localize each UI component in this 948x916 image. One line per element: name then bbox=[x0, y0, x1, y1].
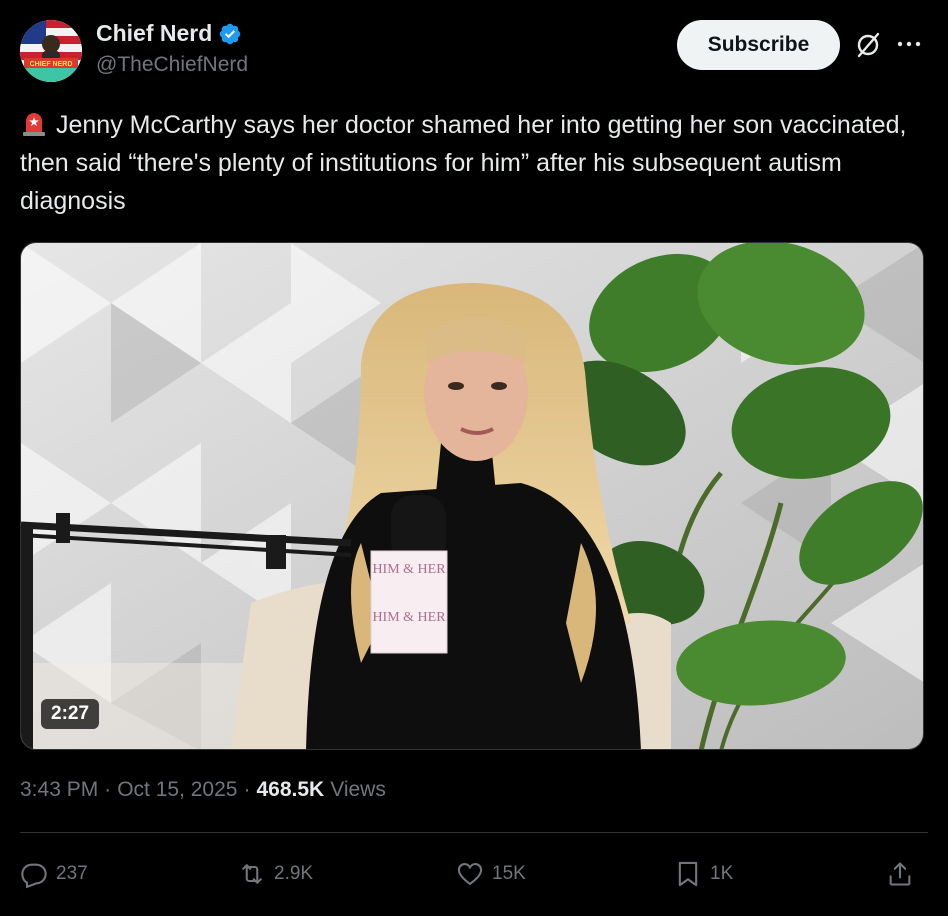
avatar-image: CHIEF NERD bbox=[20, 20, 82, 82]
repost-button[interactable]: 2.9K bbox=[238, 852, 313, 896]
grok-icon[interactable] bbox=[853, 30, 883, 60]
bookmark-icon bbox=[678, 861, 698, 887]
subscribe-button[interactable]: Subscribe bbox=[677, 20, 840, 70]
reply-count: 237 bbox=[56, 863, 88, 884]
tweet-meta: 3:43 PM · Oct 15, 2025 · 468.5K Views bbox=[20, 778, 386, 802]
reply-icon bbox=[21, 863, 47, 888]
author-avatar[interactable]: CHIEF NERD bbox=[20, 20, 82, 82]
siren-emoji-icon bbox=[23, 113, 45, 136]
tweet-date[interactable]: Oct 15, 2025 bbox=[117, 778, 237, 802]
meta-separator: · bbox=[243, 778, 251, 801]
tweet-body: Jenny McCarthy says her doctor shamed he… bbox=[20, 111, 907, 215]
more-icon[interactable] bbox=[895, 34, 923, 54]
video-duration-badge: 2:27 bbox=[41, 699, 100, 729]
video-player[interactable]: HIM & HER HIM & HER 2:27 bbox=[20, 242, 924, 750]
share-button[interactable] bbox=[886, 852, 914, 896]
author-handle[interactable]: @TheChiefNerd bbox=[96, 53, 248, 77]
reply-button[interactable]: 237 bbox=[20, 852, 88, 896]
views-count[interactable]: 468.5K bbox=[256, 778, 324, 802]
bookmark-button[interactable]: 1K bbox=[674, 852, 733, 896]
meta-separator: · bbox=[104, 778, 112, 801]
tweet-time[interactable]: 3:43 PM bbox=[20, 778, 98, 802]
mic-cube-label-bottom: HIM & HER bbox=[372, 610, 446, 625]
like-count: 15K bbox=[492, 863, 526, 884]
share-icon bbox=[889, 862, 911, 886]
mic-cube-label-top: HIM & HER bbox=[372, 562, 446, 577]
divider bbox=[20, 832, 928, 833]
avatar-badge-text: CHIEF NERD bbox=[30, 61, 73, 68]
views-label: Views bbox=[330, 778, 386, 801]
video-thumbnail: HIM & HER HIM & HER bbox=[21, 243, 923, 749]
bookmark-count: 1K bbox=[710, 863, 734, 884]
like-button[interactable]: 15K bbox=[456, 852, 526, 896]
verified-badge-icon bbox=[220, 23, 241, 44]
tweet-text: Jenny McCarthy says her doctor shamed he… bbox=[20, 106, 920, 220]
tweet-actions: 237 2.9K 15K 1K bbox=[20, 852, 928, 896]
repost-count: 2.9K bbox=[274, 863, 314, 884]
author-info[interactable]: Chief Nerd @TheChiefNerd bbox=[96, 20, 248, 77]
author-name[interactable]: Chief Nerd bbox=[96, 20, 212, 47]
repost-icon bbox=[242, 864, 262, 884]
heart-icon bbox=[457, 863, 483, 886]
author-name-row[interactable]: Chief Nerd bbox=[96, 20, 248, 47]
